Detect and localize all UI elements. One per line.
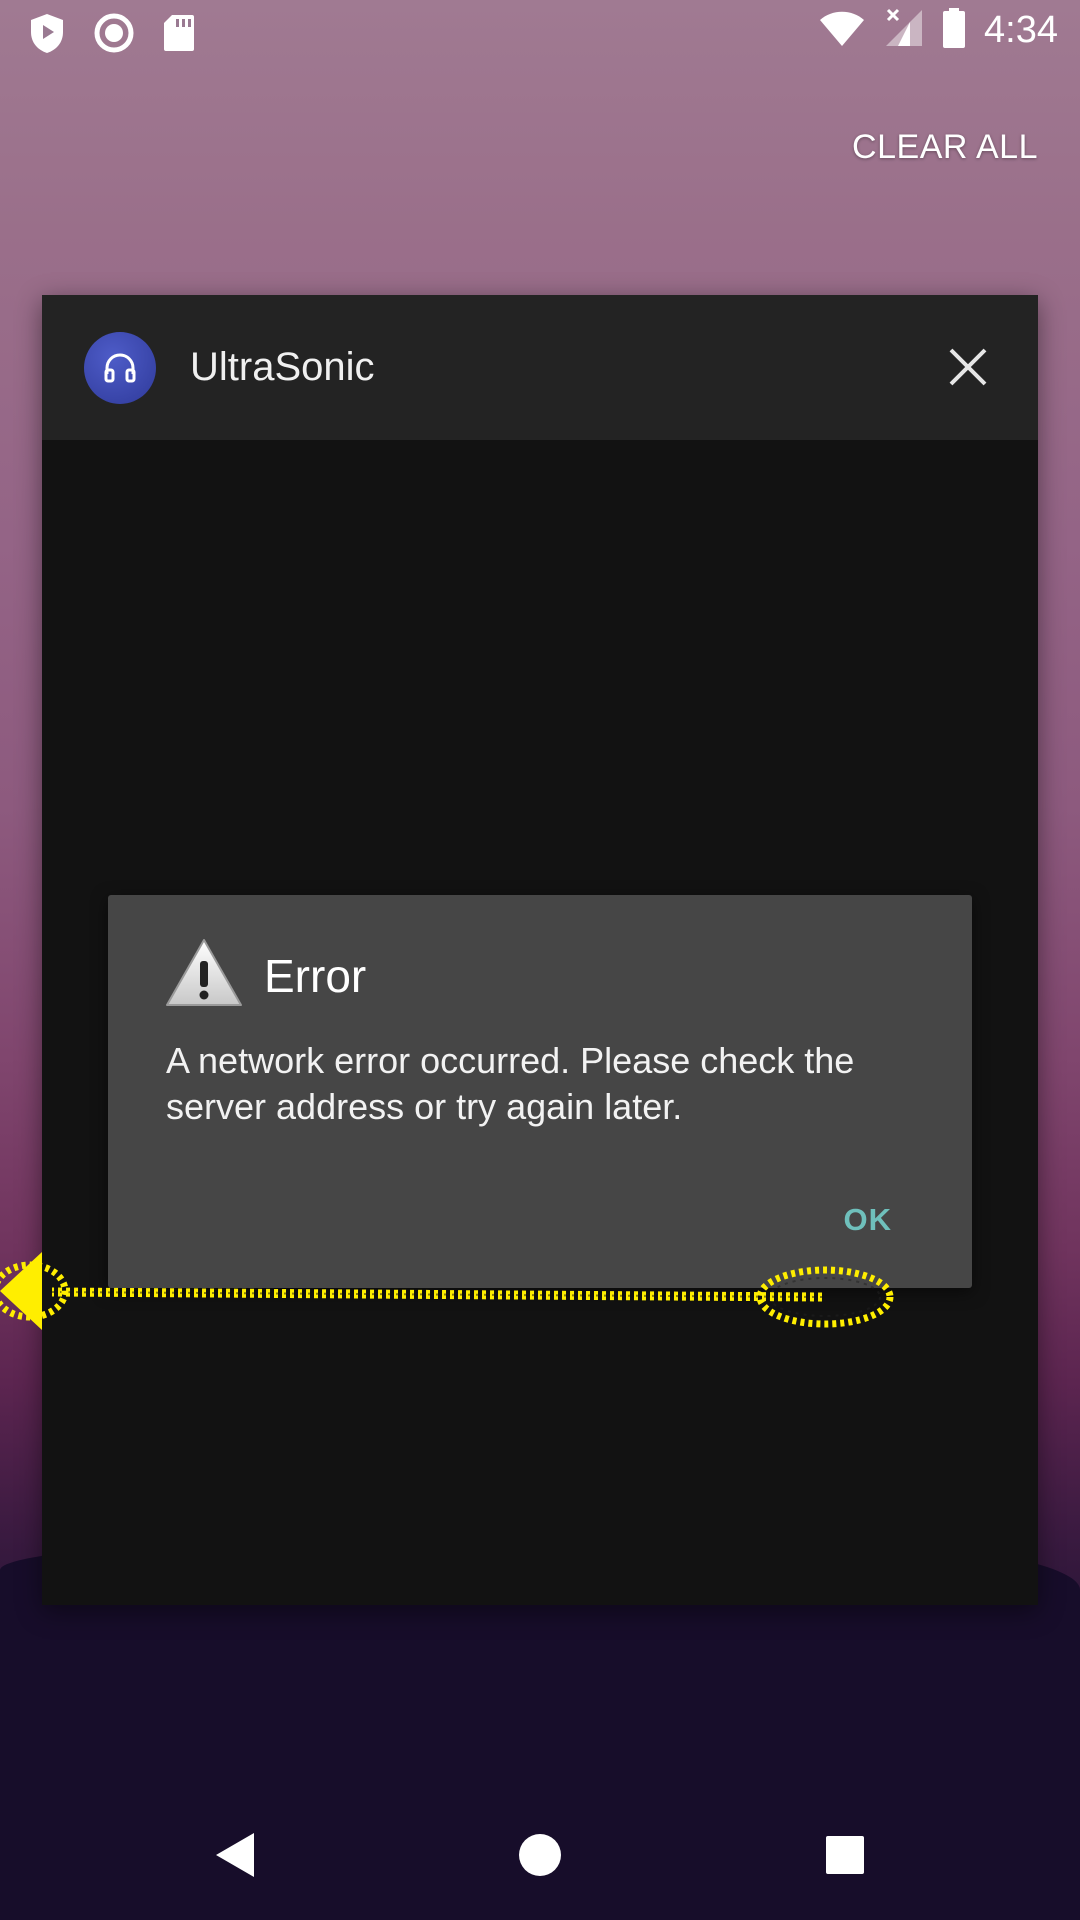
dialog-message: A network error occurred. Please check t… <box>166 1040 855 1127</box>
sd-card-icon <box>162 13 196 58</box>
wifi-icon <box>818 8 866 53</box>
close-icon[interactable] <box>944 343 992 391</box>
warning-icon <box>164 937 244 1014</box>
home-icon[interactable] <box>495 1810 585 1900</box>
navigation-bar <box>0 1790 1080 1920</box>
error-dialog: Error A network error occurred. Please c… <box>108 895 972 1288</box>
back-icon[interactable] <box>190 1810 280 1900</box>
clear-all-button[interactable]: CLEAR ALL <box>852 128 1038 167</box>
card-header: UltraSonic <box>42 295 1038 440</box>
dialog-title: Error <box>264 949 367 1002</box>
play-protect-icon <box>28 12 66 59</box>
battery-icon <box>942 8 966 53</box>
ok-button[interactable]: OK <box>844 1202 893 1238</box>
headphones-icon <box>84 332 156 404</box>
cellular-no-data-icon <box>884 8 924 53</box>
recents-icon[interactable] <box>800 1810 890 1900</box>
record-icon <box>94 13 134 58</box>
app-title: UltraSonic <box>190 345 375 389</box>
clock: 4:34 <box>984 9 1058 51</box>
status-bar: 4:34 <box>0 0 1080 64</box>
